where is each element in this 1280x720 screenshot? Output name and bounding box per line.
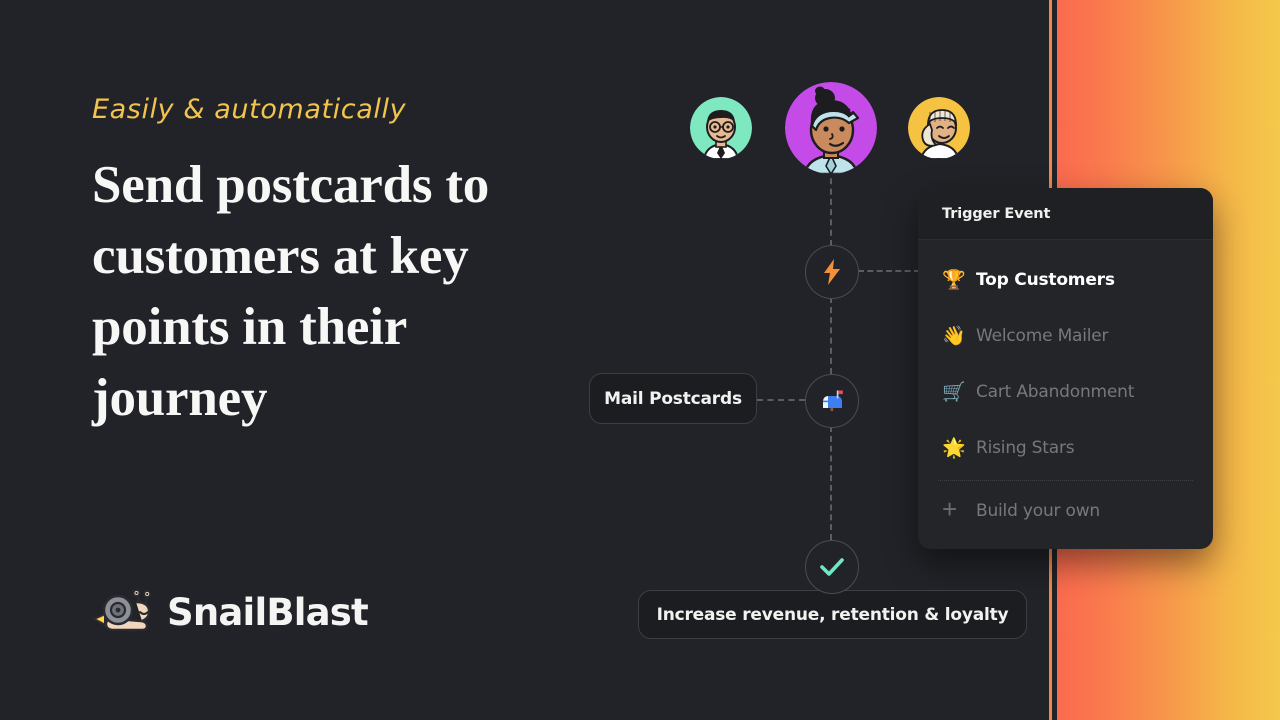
dropdown-list: 🏆 Top Customers 👋 Welcome Mailer 🛒 Cart … xyxy=(918,240,1213,549)
connector-avatars-to-trigger xyxy=(830,168,832,246)
connector-action-to-pill xyxy=(757,399,805,401)
dropdown-separator xyxy=(938,480,1193,481)
dropdown-item-label: Top Customers xyxy=(976,270,1115,290)
avatar-customer-left xyxy=(690,97,752,159)
dropdown-item-label: Build your own xyxy=(976,501,1100,521)
connector-action-to-outcome xyxy=(830,426,832,540)
outcome-label-text: Increase revenue, retention & loyalty xyxy=(656,604,1009,625)
outcome-node[interactable] xyxy=(805,540,859,594)
trigger-event-dropdown[interactable]: Trigger Event 🏆 Top Customers 👋 Welcome … xyxy=(918,188,1213,549)
dropdown-item-label: Cart Abandonment xyxy=(976,382,1135,402)
shopping-cart-icon: 🛒 xyxy=(942,381,966,403)
plus-icon: + xyxy=(942,494,976,524)
connector-trigger-to-dropdown xyxy=(858,270,920,272)
avatar-customer-right xyxy=(908,97,970,159)
dropdown-header: Trigger Event xyxy=(918,188,1213,240)
waving-hand-icon: 👋 xyxy=(942,325,966,347)
dropdown-item-cart-abandonment[interactable]: 🛒 Cart Abandonment xyxy=(918,364,1213,420)
action-label-pill[interactable]: Mail Postcards xyxy=(589,373,757,424)
lightning-bolt-icon xyxy=(824,259,840,285)
trophy-icon: 🏆 xyxy=(942,269,966,291)
dropdown-item-rising-stars[interactable]: 🌟 Rising Stars xyxy=(918,420,1213,476)
dropdown-header-label: Trigger Event xyxy=(942,205,1051,222)
outcome-label-pill[interactable]: Increase revenue, retention & loyalty xyxy=(638,590,1027,639)
dropdown-item-welcome-mailer[interactable]: 👋 Welcome Mailer xyxy=(918,308,1213,364)
dropdown-item-top-customers[interactable]: 🏆 Top Customers xyxy=(918,252,1213,308)
glowing-star-icon: 🌟 xyxy=(942,437,966,459)
marketing-hero-screenshot: Easily & automatically Send postcards to… xyxy=(0,0,1280,720)
check-icon xyxy=(820,558,844,576)
dropdown-item-build-your-own[interactable]: + Build your own xyxy=(918,483,1213,539)
mailbox-icon xyxy=(823,390,843,411)
action-node[interactable] xyxy=(805,374,859,428)
action-label-text: Mail Postcards xyxy=(604,388,742,409)
dropdown-item-label: Rising Stars xyxy=(976,438,1075,458)
avatar-customer-center xyxy=(785,82,877,174)
dropdown-item-label: Welcome Mailer xyxy=(976,326,1109,346)
trigger-node[interactable] xyxy=(805,245,859,299)
plus-glyph: + xyxy=(942,494,958,524)
connector-trigger-to-action xyxy=(830,297,832,374)
